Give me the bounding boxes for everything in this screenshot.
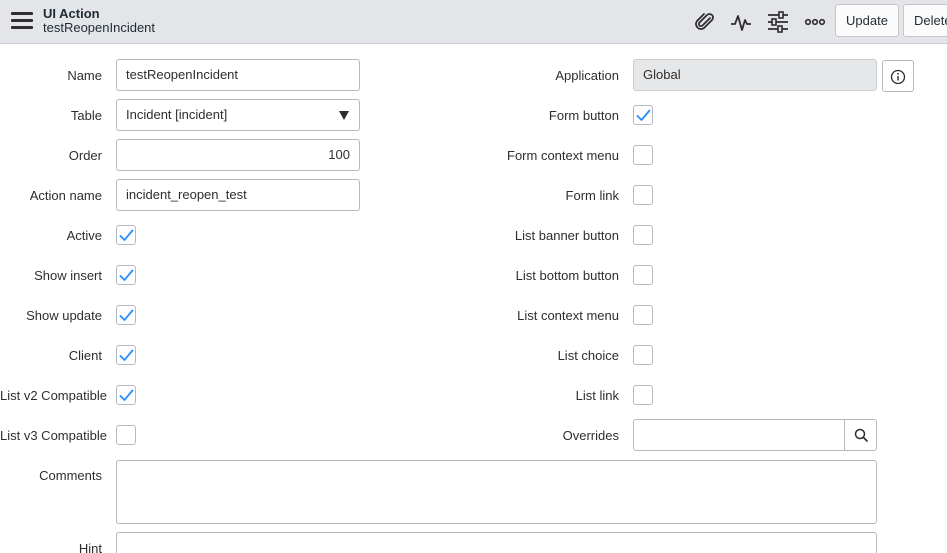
application-field: Global — [633, 59, 877, 91]
activity-icon[interactable] — [729, 10, 753, 34]
info-button[interactable] — [882, 60, 914, 92]
list-v2-label: List v2 Compatible — [0, 388, 107, 403]
comments-label: Comments — [39, 468, 102, 483]
list-banner-button-label: List banner button — [514, 228, 619, 243]
delete-button[interactable]: Delete — [903, 4, 947, 37]
checkmark-icon — [119, 349, 134, 361]
table-select-value: Incident [incident] — [126, 107, 228, 122]
hint-textarea[interactable] — [116, 532, 877, 553]
form-header: UI Action testReopenIncident Update Dele… — [0, 0, 947, 44]
overrides-search-button[interactable] — [844, 420, 877, 450]
active-label: Active — [66, 228, 102, 243]
action-name-label: Action name — [29, 188, 102, 203]
list-bottom-button-label: List bottom button — [515, 268, 619, 283]
list-context-menu-checkbox[interactable] — [633, 305, 653, 325]
table-select[interactable]: Incident [incident] — [116, 99, 360, 131]
caret-down-icon — [339, 111, 349, 120]
order-label: Order — [68, 148, 102, 163]
form-link-label: Form link — [565, 188, 619, 203]
form-button-checkbox[interactable] — [633, 105, 653, 125]
application-label: Application — [555, 68, 619, 83]
record-name-title: testReopenIncident — [43, 20, 156, 35]
form-context-menu-label: Form context menu — [507, 148, 619, 163]
update-button[interactable]: Update — [835, 4, 899, 37]
checkmark-icon — [119, 269, 134, 281]
sliders-icon[interactable] — [766, 10, 790, 34]
comments-textarea[interactable] — [116, 460, 877, 524]
name-field[interactable]: testReopenIncident — [116, 59, 360, 91]
info-icon — [890, 69, 906, 85]
form-context-menu-checkbox[interactable] — [633, 145, 653, 165]
checkmark-icon — [636, 109, 651, 121]
list-v2-checkbox[interactable] — [116, 385, 136, 405]
list-v3-checkbox[interactable] — [116, 425, 136, 445]
overrides-field[interactable] — [633, 419, 877, 451]
show-insert-label: Show insert — [34, 268, 102, 283]
more-icon[interactable] — [803, 10, 827, 34]
list-link-checkbox[interactable] — [633, 385, 653, 405]
list-bottom-button-checkbox[interactable] — [633, 265, 653, 285]
paperclip-icon[interactable] — [693, 10, 717, 34]
checkmark-icon — [119, 229, 134, 241]
checkmark-icon — [119, 309, 134, 321]
search-icon — [854, 428, 868, 442]
action-name-field[interactable]: incident_reopen_test — [116, 179, 360, 211]
form-link-checkbox[interactable] — [633, 185, 653, 205]
hint-label: Hint — [78, 541, 102, 553]
active-checkbox[interactable] — [116, 225, 136, 245]
list-link-label: List link — [575, 388, 619, 403]
overrides-label: Overrides — [562, 428, 619, 443]
order-field[interactable]: 100 — [116, 139, 360, 171]
table-label: Table — [70, 108, 102, 123]
list-choice-label: List choice — [557, 348, 619, 363]
client-label: Client — [68, 348, 102, 363]
record-type-title: UI Action — [43, 6, 100, 21]
show-insert-checkbox[interactable] — [116, 265, 136, 285]
checkmark-icon — [119, 389, 134, 401]
name-label: Name — [67, 68, 102, 83]
list-context-menu-label: List context menu — [517, 308, 619, 323]
menu-icon[interactable] — [11, 12, 33, 30]
show-update-label: Show update — [26, 308, 102, 323]
list-v3-label: List v3 Compatible — [0, 428, 107, 443]
show-update-checkbox[interactable] — [116, 305, 136, 325]
list-banner-button-checkbox[interactable] — [633, 225, 653, 245]
client-checkbox[interactable] — [116, 345, 136, 365]
list-choice-checkbox[interactable] — [633, 345, 653, 365]
form-button-label: Form button — [548, 108, 619, 123]
